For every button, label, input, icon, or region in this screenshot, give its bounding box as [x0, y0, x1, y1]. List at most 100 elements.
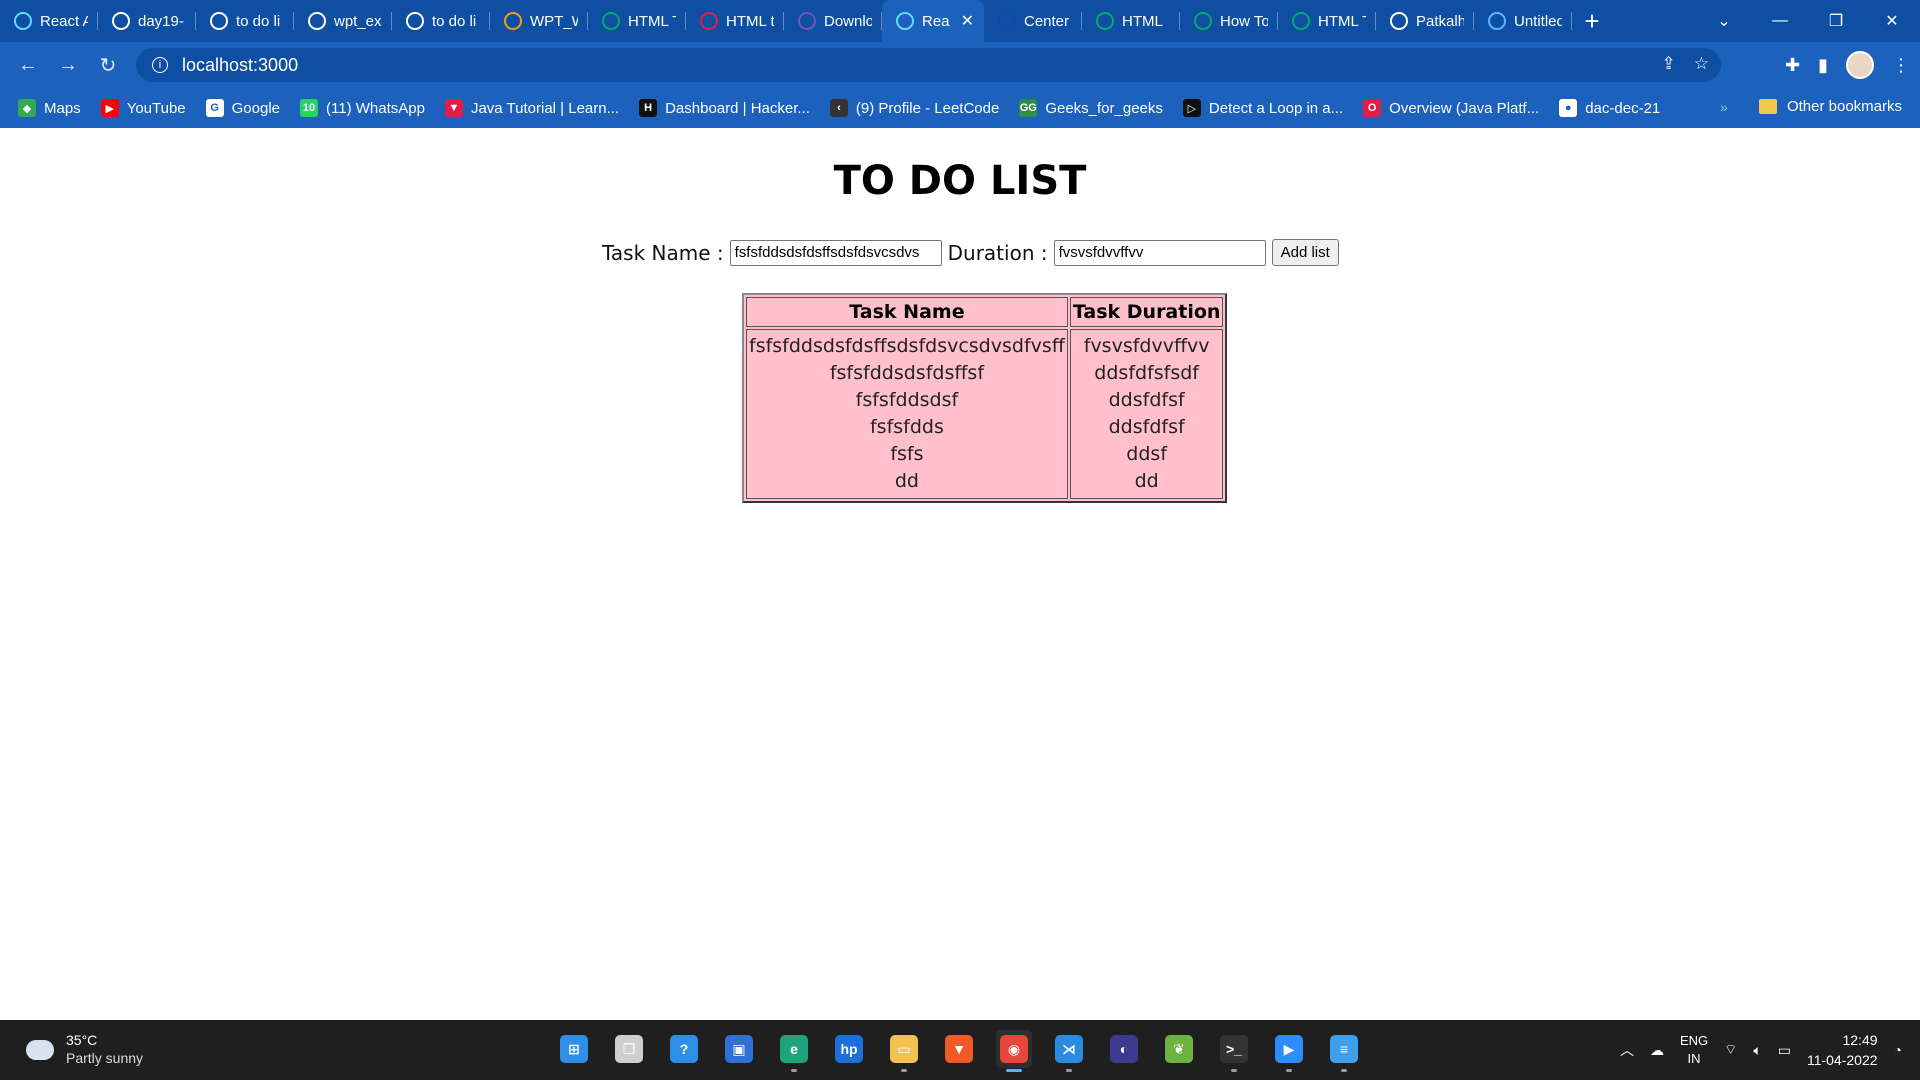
taskbar-app[interactable]: ? [666, 1030, 702, 1068]
taskbar-app[interactable]: ▶ [1271, 1030, 1307, 1072]
bookmark-item[interactable]: ▷ Detect a Loop in a... [1182, 99, 1343, 117]
address-bar[interactable]: i localhost:3000 ⇪ ☆ [136, 48, 1721, 82]
task-duration: ddsfdfsf [1108, 416, 1185, 438]
browser-tab[interactable]: Center [984, 0, 1082, 42]
brave-icon: ▼ [945, 1035, 973, 1063]
taskbar-app[interactable]: >_ [1216, 1030, 1252, 1072]
bookmark-item[interactable]: H Dashboard | Hacker... [639, 99, 810, 117]
menu-icon[interactable]: ⋮ [1892, 55, 1910, 76]
taskbar-app[interactable]: ≡ [1326, 1030, 1362, 1072]
forward-icon[interactable]: → [48, 45, 88, 85]
taskbar-app[interactable]: ▭ [886, 1030, 922, 1072]
browser-toolbar: ← → ↻ i localhost:3000 ⇪ ☆ ✚ ▮ ⋮ [0, 42, 1920, 88]
running-indicator [901, 1069, 907, 1072]
minimize-icon[interactable]: — [1752, 12, 1808, 30]
taskbar-app[interactable]: ⊞ [556, 1030, 592, 1068]
tab-title: HTML [1122, 12, 1163, 30]
w3schools-icon [1194, 12, 1212, 30]
browser-tab[interactable]: WPT_W [490, 0, 588, 42]
weather-widget[interactable]: 35°C Partly sunny [22, 1032, 143, 1067]
bookmark-item[interactable]: ◆ Maps [18, 99, 81, 117]
taskbar-app[interactable]: ❦ [1161, 1030, 1197, 1068]
bookmark-item[interactable]: 10 (11) WhatsApp [300, 99, 425, 117]
taskbar-app[interactable]: ⋊ [1051, 1030, 1087, 1072]
leetcode-icon: ‹ [829, 99, 848, 117]
task-name-input[interactable] [729, 239, 942, 266]
close-window-icon[interactable]: ✕ [1864, 11, 1920, 31]
browser-tab[interactable]: to do li [392, 0, 490, 42]
add-list-button[interactable]: Add list [1271, 239, 1339, 266]
browser-tab[interactable]: day19- [98, 0, 196, 42]
tab-title: WPT_W [530, 12, 578, 30]
taskbar-app[interactable]: ▣ [721, 1030, 757, 1068]
other-bookmarks[interactable]: Other bookmarks [1758, 98, 1902, 115]
browser-tab[interactable]: Untitled [1474, 0, 1572, 42]
browser-tab[interactable]: HTML T [1278, 0, 1376, 42]
running-indicator [1341, 1069, 1347, 1072]
browser-tab[interactable]: React A [0, 0, 98, 42]
tab-search-icon[interactable]: ⌄ [1696, 11, 1752, 31]
tab-title: to do li [432, 12, 477, 30]
browser-tab[interactable]: wpt_ex [294, 0, 392, 42]
side-panel-icon[interactable]: ▮ [1818, 55, 1828, 76]
task-duration: fvsvsfdvvffvv [1083, 335, 1210, 357]
bookmark-item[interactable]: ▶ YouTube [100, 99, 186, 117]
tab-title: HTML t [726, 12, 774, 30]
site-info-icon[interactable]: i [152, 57, 168, 73]
share-icon[interactable]: ⇪ [1662, 54, 1676, 74]
chevron-up-icon[interactable]: ︿ [1620, 1040, 1634, 1060]
bookmark-item[interactable]: ● dac-dec-21 [1559, 99, 1660, 117]
new-tab-button[interactable]: + [1572, 0, 1612, 42]
java-tutorial-icon: ▼ [444, 99, 463, 117]
more-bookmarks-icon[interactable]: » [1720, 99, 1728, 115]
browser-tab[interactable]: HTML [1082, 0, 1180, 42]
profile-avatar[interactable] [1846, 51, 1874, 79]
bookmark-label: (9) Profile - LeetCode [855, 99, 1000, 117]
taskbar-app[interactable]: e [776, 1030, 812, 1072]
bookmark-list: ◆ Maps ▶ YouTube G Google 10 (11) WhatsApp ▼ Java… [18, 99, 1680, 117]
task-name: fsfsfddsdsf [855, 389, 959, 411]
notification-icon[interactable]: ◔ [1894, 1042, 1902, 1058]
restore-icon[interactable]: ❐ [1808, 11, 1864, 31]
google-icon [406, 12, 424, 30]
hp-icon: hp [835, 1035, 863, 1063]
browser-tab[interactable]: HTML T [588, 0, 686, 42]
bookmark-item[interactable]: O Overview (Java Platf... [1363, 99, 1539, 117]
taskbar-app[interactable]: hp [831, 1030, 867, 1068]
browser-tab[interactable]: HTML t [686, 0, 784, 42]
back-icon[interactable]: ← [8, 45, 48, 85]
volume-icon[interactable]: 🔈︎ [1753, 1042, 1761, 1059]
bookmark-item[interactable]: G Google [205, 99, 280, 117]
spring-icon: ❦ [1165, 1035, 1193, 1063]
taskbar-app[interactable]: ◐ [1106, 1030, 1142, 1068]
battery-icon[interactable]: ▭ [1778, 1042, 1791, 1059]
duration-input[interactable] [1053, 239, 1266, 266]
clock[interactable]: 12:49 11-04-2022 [1807, 1030, 1878, 1070]
window-controls: ⌄ — ❐ ✕ [1696, 0, 1920, 42]
bookmark-item[interactable]: ‹ (9) Profile - LeetCode [829, 99, 1000, 117]
tab-title: day19- [138, 12, 184, 30]
browser-tab[interactable]: Patkalh [1376, 0, 1474, 42]
onedrive-icon[interactable]: ☁ [1650, 1042, 1664, 1059]
browser-tab[interactable]: Rea ✕ [882, 0, 984, 42]
browser-tab[interactable]: How To [1180, 0, 1278, 42]
bookmark-star-icon[interactable]: ☆ [1694, 54, 1709, 74]
taskbar-app[interactable]: ▼ [941, 1030, 977, 1068]
browser-tab[interactable]: to do li [196, 0, 294, 42]
github-icon [308, 12, 326, 30]
language-code: ENG [1679, 1033, 1709, 1048]
task-duration: dd [1134, 470, 1159, 492]
reload-icon[interactable]: ↻ [88, 45, 128, 85]
extensions-icon[interactable]: ✚ [1785, 55, 1800, 76]
wifi-icon[interactable]: ⌔ [1724, 1041, 1737, 1059]
date: 11-04-2022 [1806, 1052, 1878, 1068]
bookmark-item[interactable]: GG Geeks_for_geeks [1019, 99, 1163, 117]
browser-tab[interactable]: Downlo [784, 0, 882, 42]
taskbar-apps: ⊞ ❐? ▣ e hp ▭ ▼ ◉ ⋊ ◐ ❦ >_ ▶ ≡ [556, 1030, 1362, 1072]
close-tab-icon[interactable]: ✕ [961, 11, 974, 31]
taskbar-app[interactable]: ❐ [611, 1030, 647, 1068]
language-indicator[interactable]: ENG IN [1680, 1032, 1708, 1068]
bookmark-item[interactable]: ▼ Java Tutorial | Learn... [444, 99, 619, 117]
tab-list: React A day19- to do li wpt_ex to do li WPT_W… [0, 0, 1572, 42]
taskbar-app[interactable]: ◉ [996, 1030, 1032, 1072]
